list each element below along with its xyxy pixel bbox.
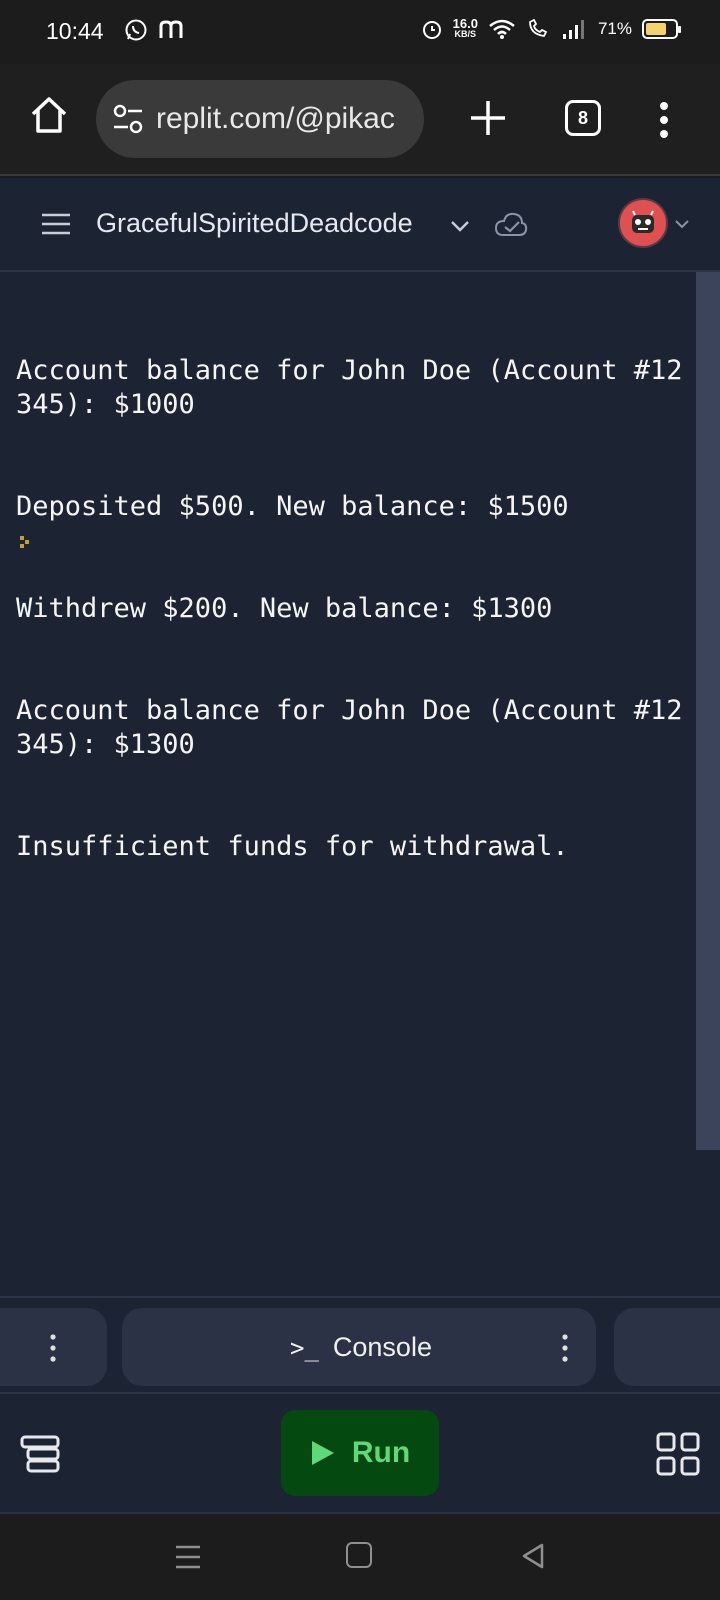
run-button[interactable]: Run [281,1410,439,1496]
wifi-calling-icon [529,18,548,37]
m-app-icon [159,20,183,38]
console-line: Insufficient funds for withdrawal. [16,831,569,862]
console-line: Withdrew $200. New balance: $1300 [16,593,553,624]
system-nav-bar [0,1514,720,1600]
chevron-down-icon[interactable] [448,214,472,238]
prompt-cursor-icon [20,536,29,548]
console-line: Account balance for John Doe (Account #1… [16,695,683,760]
repl-name[interactable]: GracefulSpiritedDeadcode [96,208,413,239]
tab-console[interactable]: >_ Console [122,1308,596,1386]
panel-tab-strip: >_ Console [0,1296,720,1394]
tab-options-icon[interactable] [50,1334,56,1362]
status-system-icons: 16.0 KB/S 71% [421,16,681,40]
back-icon[interactable] [520,1542,546,1570]
avatar[interactable] [618,198,668,248]
browser-toolbar: replit.com/@pikac 8 [0,64,720,176]
tab-console-label: >_ Console [290,1332,432,1363]
tab-next[interactable] [614,1308,720,1386]
wifi-icon [489,19,515,39]
home-nav-icon[interactable] [346,1542,372,1568]
recent-apps-icon[interactable] [175,1544,201,1570]
status-notification-icons [124,18,184,42]
battery-percent: 71% [597,19,632,38]
console-scrollbar[interactable] [696,272,720,1150]
console-output: Account balance for John Doe (Account #1… [16,286,696,932]
site-settings-icon[interactable] [110,101,146,137]
replit-header: GracefulSpiritedDeadcode [0,178,720,272]
action-bar: Run [0,1394,720,1514]
cloud-check-icon [494,212,528,236]
grid-icon[interactable] [656,1432,700,1476]
console-line: Account balance for John Doe (Account #1… [16,355,683,420]
run-button-label: Run [351,1436,411,1469]
tab-console-text: Console [332,1332,432,1362]
status-bar: 10:44 16.0 KB/S 71% [0,0,720,64]
network-speed: 16.0 KB/S [452,16,478,39]
address-bar[interactable]: replit.com/@pikac [96,80,424,158]
battery-fill [646,23,666,35]
console-line: Deposited $500. New balance: $1500 [16,491,569,522]
new-tab-icon[interactable] [468,98,508,138]
console-panel[interactable]: Account balance for John Doe (Account #1… [0,272,720,1296]
account-chevron-icon[interactable] [674,216,690,232]
battery-icon [642,19,681,39]
avatar-robot-icon [632,210,654,233]
more-options-icon[interactable] [652,100,676,140]
signal-icon [562,20,584,39]
tab-previous[interactable] [0,1308,107,1386]
status-time: 10:44 [46,18,104,44]
menu-icon[interactable] [40,212,72,236]
play-icon [311,1441,334,1465]
whatsapp-icon [125,19,147,41]
terminal-icon: >_ [290,1333,319,1362]
tab-options-icon[interactable] [562,1334,568,1362]
url-text: replit.com/@pikac [156,102,395,135]
alarm-icon [422,21,441,39]
tab-switcher-button[interactable]: 8 [565,100,601,136]
home-icon[interactable] [28,94,70,136]
database-icon[interactable] [20,1434,60,1474]
